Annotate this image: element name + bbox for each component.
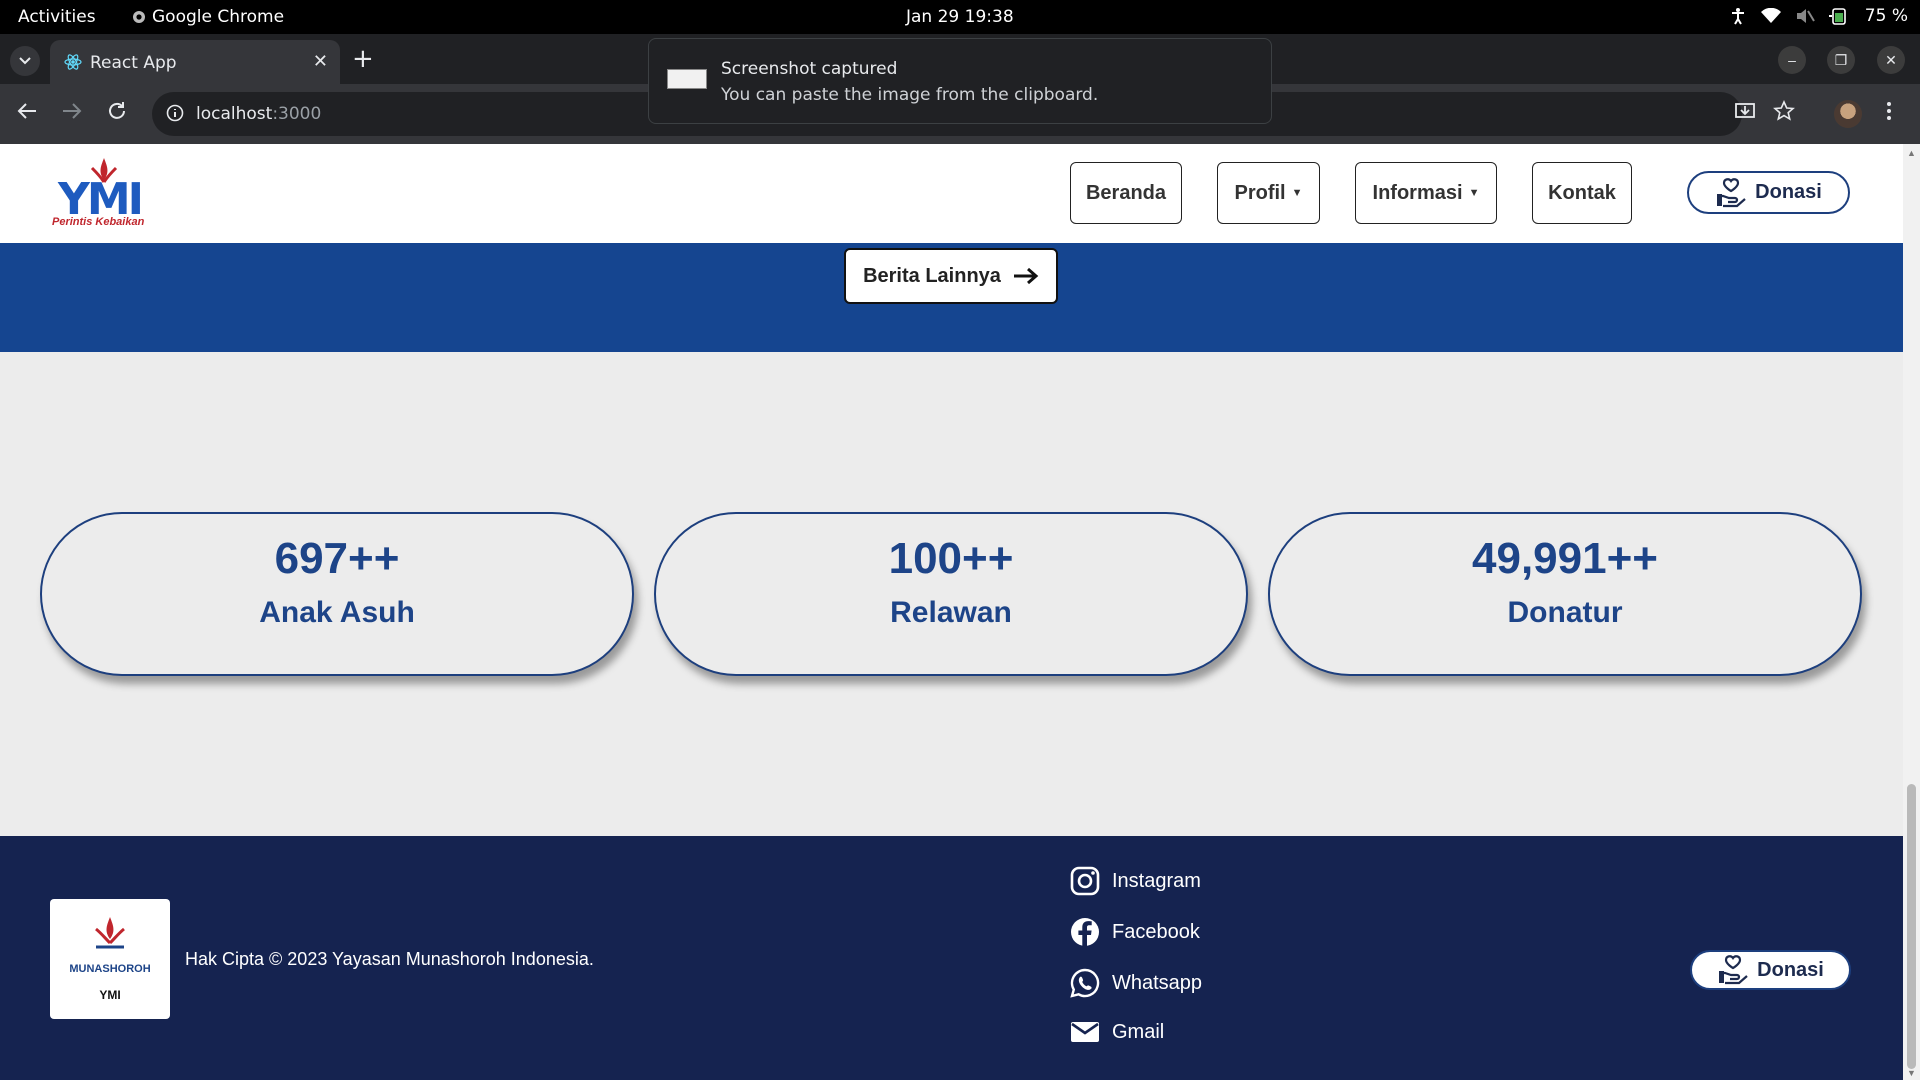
info-icon[interactable] xyxy=(166,104,184,122)
footer-donate-button[interactable]: Donasi xyxy=(1690,950,1851,990)
more-news-label: Berita Lainnya xyxy=(863,264,1001,287)
new-tab-button[interactable]: + xyxy=(352,44,374,74)
forward-arrow-icon[interactable] xyxy=(61,100,83,122)
arrow-right-icon xyxy=(1013,267,1039,285)
tab-title: React App xyxy=(90,53,177,73)
back-arrow-icon[interactable] xyxy=(16,100,38,122)
notification-message: You can paste the image from the clipboa… xyxy=(721,85,1099,105)
caret-down-icon: ▼ xyxy=(1291,187,1303,199)
clock[interactable]: Jan 29 19:38 xyxy=(906,7,1014,27)
battery-icon xyxy=(1828,8,1846,25)
system-tray[interactable]: 75 % xyxy=(1729,6,1908,26)
munashoroh-emblem xyxy=(95,917,125,949)
react-icon xyxy=(64,54,82,70)
stat-value: 49,991++ xyxy=(1472,534,1658,583)
scroll-up-icon[interactable]: ▲ xyxy=(1907,148,1916,158)
restore-button[interactable]: ❐ xyxy=(1827,46,1855,74)
social-link-whatsapp[interactable]: Whatsapp xyxy=(1070,968,1202,998)
more-vert-icon[interactable] xyxy=(1885,100,1893,122)
nav-kontak[interactable]: Kontak xyxy=(1532,162,1632,224)
stat-label: Relawan xyxy=(890,596,1012,629)
screenshot-thumbnail xyxy=(667,69,707,89)
social-label: Facebook xyxy=(1112,920,1200,943)
tab-search-button[interactable] xyxy=(10,46,40,76)
site-footer: MUNASHOROH YMI Hak Cipta © 2023 Yayasan … xyxy=(0,836,1903,1080)
social-link-gmail[interactable]: Gmail xyxy=(1070,1020,1164,1044)
social-label: Whatsapp xyxy=(1112,971,1203,994)
social-link-instagram[interactable]: Instagram xyxy=(1070,866,1201,896)
site-logo[interactable]: YMI Perintis Kebaikan xyxy=(50,156,155,234)
footer-donate-label: Donasi xyxy=(1757,958,1824,981)
stat-value: 697++ xyxy=(274,534,400,583)
screenshot-notification[interactable]: Screenshot captured You can paste the im… xyxy=(648,38,1272,124)
stat-card-relawan: 100++ Relawan xyxy=(654,512,1248,676)
nav-donate-button[interactable]: Donasi xyxy=(1687,171,1850,214)
url-text: localhost:3000 xyxy=(196,104,322,124)
chrome-icon xyxy=(133,11,145,23)
browser-tab[interactable]: React App ✕ xyxy=(50,40,340,84)
instagram-icon xyxy=(1070,866,1100,896)
page-viewport: YMI Perintis Kebaikan Beranda Profil ▼ In… xyxy=(0,144,1920,1080)
scroll-down-icon[interactable]: ▼ xyxy=(1907,1068,1916,1078)
stat-card-donatur: 49,991++ Donatur xyxy=(1268,512,1862,676)
donate-hand-heart-icon xyxy=(1717,177,1746,207)
app-menu[interactable]: Google Chrome xyxy=(132,7,284,27)
scrollbar-thumb[interactable] xyxy=(1907,784,1916,1069)
activities-button[interactable]: Activities xyxy=(18,7,96,27)
reload-icon[interactable] xyxy=(106,100,128,122)
mail-icon xyxy=(1071,1022,1099,1042)
app-menu-label: Google Chrome xyxy=(152,7,285,27)
stat-label: Donatur xyxy=(1507,596,1623,629)
whatsapp-icon xyxy=(1070,968,1100,998)
footer-logo: MUNASHOROH YMI xyxy=(50,899,170,1019)
notification-title: Screenshot captured xyxy=(721,59,898,79)
nav-profil-dropdown[interactable]: Profil ▼ xyxy=(1217,162,1320,224)
stat-card-anak-asuh: 697++ Anak Asuh xyxy=(40,512,634,676)
battery-percent: 75 % xyxy=(1864,6,1908,26)
donate-hand-heart-icon xyxy=(1719,955,1748,985)
profile-avatar[interactable] xyxy=(1834,100,1862,128)
nav-informasi-dropdown[interactable]: Informasi ▼ xyxy=(1355,162,1497,224)
caret-down-icon: ▼ xyxy=(1468,187,1480,199)
chevron-down-icon xyxy=(19,57,31,65)
site-navbar: YMI Perintis Kebaikan Beranda Profil ▼ In… xyxy=(0,144,1903,243)
footer-logo-caption: YMI xyxy=(99,988,121,1002)
social-label: Gmail xyxy=(1112,1020,1165,1043)
page-scrollbar[interactable]: ▲ ▼ xyxy=(1903,144,1920,1080)
stat-value: 100++ xyxy=(888,534,1014,583)
stat-label: Anak Asuh xyxy=(259,596,415,629)
system-top-bar: Activities Google Chrome Jan 29 19:38 75… xyxy=(0,0,1920,34)
social-link-facebook[interactable]: Facebook xyxy=(1070,917,1200,947)
tab-close-icon[interactable]: ✕ xyxy=(313,51,328,72)
logo-tagline: Perintis Kebaikan xyxy=(52,216,145,228)
bookmark-star-icon[interactable] xyxy=(1773,100,1795,122)
wifi-icon xyxy=(1760,8,1781,23)
social-label: Instagram xyxy=(1112,869,1201,892)
accessibility-icon xyxy=(1731,8,1744,25)
nav-beranda[interactable]: Beranda xyxy=(1070,162,1182,224)
install-app-icon[interactable] xyxy=(1734,100,1756,122)
copyright-text: Hak Cipta © 2023 Yayasan Munashoroh Indo… xyxy=(185,949,594,969)
volume-muted-icon xyxy=(1796,9,1815,23)
more-news-button[interactable]: Berita Lainnya xyxy=(844,248,1058,304)
minimize-button[interactable]: – xyxy=(1778,46,1806,74)
nav-donate-label: Donasi xyxy=(1755,181,1822,203)
facebook-icon xyxy=(1071,918,1099,947)
footer-logo-ring-text: MUNASHOROH xyxy=(69,963,151,975)
close-window-button[interactable]: ✕ xyxy=(1877,46,1905,74)
